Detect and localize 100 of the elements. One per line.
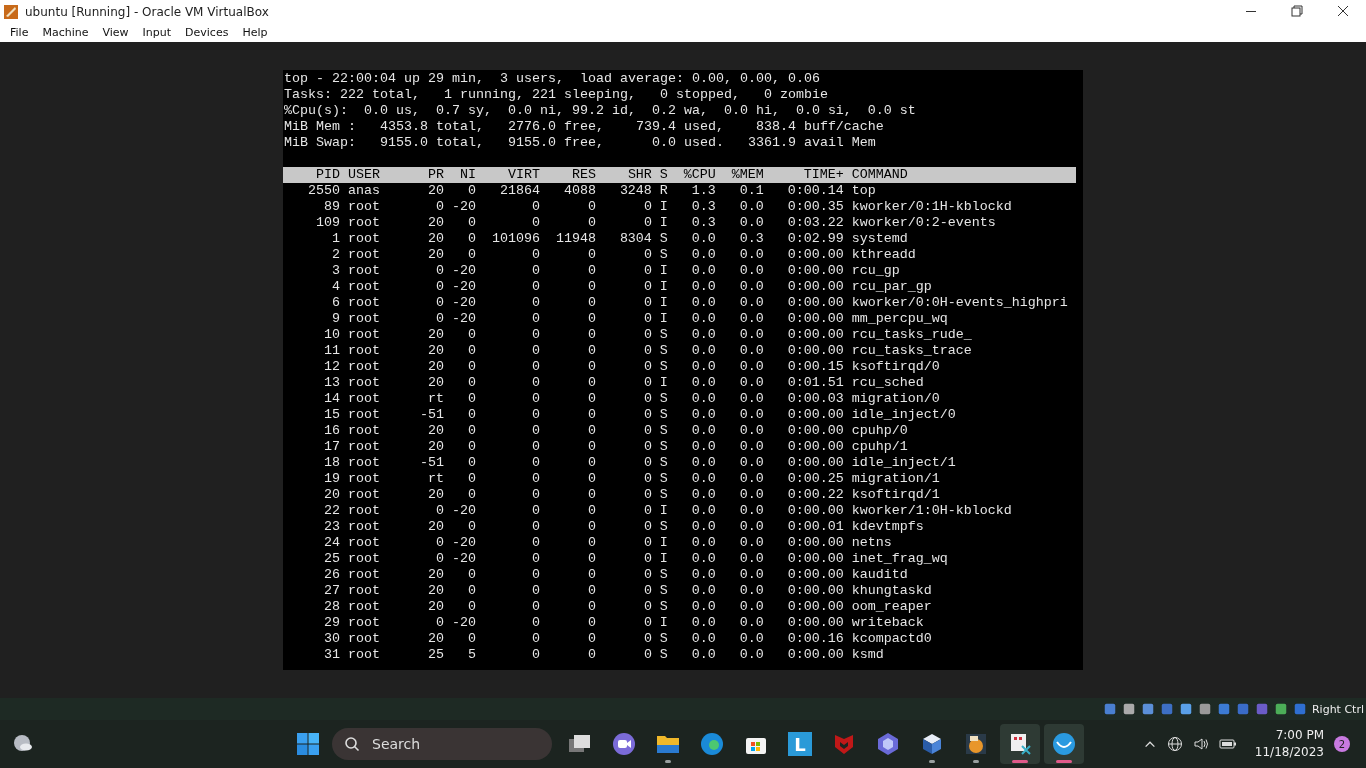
table-cell: 0 <box>643 391 652 406</box>
table-cell: rt <box>427 471 444 486</box>
battery-icon[interactable] <box>1218 736 1237 752</box>
table-cell: 0:00.00 <box>787 407 844 422</box>
notification-badge[interactable]: 2 <box>1334 736 1350 752</box>
table-cell: 0.0 <box>691 647 716 662</box>
table-cell: 20 <box>427 327 444 342</box>
table-cell: 0 <box>643 279 652 294</box>
table-cell: 0 <box>531 439 540 454</box>
table-cell: I <box>659 535 668 550</box>
device-icon[interactable] <box>1121 702 1136 716</box>
table-cell: 24 <box>324 535 340 550</box>
table-cell: root <box>347 215 380 230</box>
device-icon[interactable] <box>1273 702 1288 716</box>
device-icon[interactable] <box>1159 702 1174 716</box>
menu-item[interactable]: Input <box>135 26 179 39</box>
table-cell: 30 <box>324 631 340 646</box>
table-cell: 0 <box>643 487 652 502</box>
table-cell: -20 <box>451 535 476 550</box>
clock-time[interactable]: 7:00 PM <box>1275 727 1324 744</box>
table-cell: 0:00.00 <box>787 439 844 454</box>
table-cell: root <box>347 199 380 214</box>
table-cell: 0 <box>531 615 540 630</box>
table-cell: 0.0 <box>739 263 764 278</box>
menu-item[interactable]: File <box>3 26 36 39</box>
table-cell: 0.0 <box>691 407 716 422</box>
start-button[interactable] <box>296 732 320 756</box>
table-cell: 0.0 <box>691 503 716 518</box>
table-cell: 0 <box>587 567 596 582</box>
device-icon[interactable] <box>1292 702 1307 716</box>
taskbar-app[interactable] <box>1044 724 1084 764</box>
table-cell: 0.0 <box>691 327 716 342</box>
table-cell: root <box>347 279 380 294</box>
table-cell: 0 <box>643 535 652 550</box>
table-cell: 23 <box>324 519 340 534</box>
table-cell: S <box>659 359 668 374</box>
table-cell: 0.0 <box>739 583 764 598</box>
table-cell: S <box>659 519 668 534</box>
device-icon[interactable] <box>1254 702 1269 716</box>
table-cell: 0:00.14 <box>787 183 844 198</box>
table-cell: root <box>347 327 380 342</box>
table-cell: 0 <box>643 471 652 486</box>
table-cell: kdevtmpfs <box>851 519 924 534</box>
character-icon <box>964 732 988 756</box>
table-cell: 0 <box>531 455 540 470</box>
device-icon[interactable] <box>1197 702 1212 716</box>
table-cell: root <box>347 535 380 550</box>
table-cell: 0.0 <box>739 487 764 502</box>
table-cell: S <box>659 439 668 454</box>
table-cell: 15 <box>324 407 340 422</box>
menu-item[interactable]: Machine <box>35 26 96 39</box>
table-cell: 0:00.00 <box>787 455 844 470</box>
table-cell: root <box>347 391 380 406</box>
table-cell: 11 <box>324 343 340 358</box>
column-header: PR <box>427 167 444 182</box>
clock-date[interactable]: 11/18/2023 <box>1254 744 1324 761</box>
search-field[interactable]: Search <box>332 728 552 760</box>
device-icon[interactable] <box>1140 702 1155 716</box>
table-cell: mm_percpu_wq <box>851 311 948 326</box>
table-cell: 20 <box>427 487 444 502</box>
globe-icon[interactable] <box>1166 736 1183 752</box>
table-cell: 0.0 <box>691 567 716 582</box>
table-cell: 0.0 <box>739 567 764 582</box>
menu-item[interactable]: Help <box>235 26 275 39</box>
table-cell: 0 <box>531 599 540 614</box>
table-cell: systemd <box>851 231 908 246</box>
device-icon[interactable] <box>1216 702 1231 716</box>
table-cell: 0 <box>435 615 444 630</box>
table-cell: 0 <box>643 343 652 358</box>
summary-line: %Cpu(s): 0.0 us, 0.7 sy, 0.0 ni, 99.2 id, 0.2 wa, 0.0 hi, 0.0 si, 0.0 st <box>284 103 916 118</box>
menu-item[interactable]: View <box>95 26 136 39</box>
table-cell: migration/0 <box>851 391 940 406</box>
table-cell: 20 <box>427 567 444 582</box>
table-cell: 0:00.00 <box>787 295 844 310</box>
column-header: %CPU <box>683 167 716 182</box>
column-header: COMMAND <box>851 167 908 182</box>
table-cell: kthreadd <box>851 247 916 262</box>
device-icon[interactable] <box>1235 702 1250 716</box>
menu-item[interactable]: Devices <box>178 26 236 39</box>
table-cell: 0 <box>531 583 540 598</box>
table-cell: 0.0 <box>739 247 764 262</box>
table-cell: -51 <box>419 407 444 422</box>
device-icon[interactable] <box>1178 702 1193 716</box>
table-cell: 0.0 <box>691 359 716 374</box>
column-header: RES <box>571 167 596 182</box>
column-header: USER <box>347 167 380 182</box>
table-cell: 0 <box>643 519 652 534</box>
table-cell: 20 <box>427 631 444 646</box>
table-cell: 0 <box>587 407 596 422</box>
table-cell: 0.0 <box>739 215 764 230</box>
speaker-icon[interactable] <box>1192 736 1209 752</box>
table-cell: 0.0 <box>739 279 764 294</box>
taskbar-app[interactable] <box>1000 724 1040 764</box>
device-icon[interactable] <box>1102 702 1117 716</box>
table-cell: 0 <box>467 183 476 198</box>
table-cell: I <box>659 615 668 630</box>
table-cell: 0 <box>531 375 540 390</box>
table-cell: 0 <box>587 279 596 294</box>
table-cell: 0 <box>587 535 596 550</box>
table-cell: 27 <box>324 583 340 598</box>
